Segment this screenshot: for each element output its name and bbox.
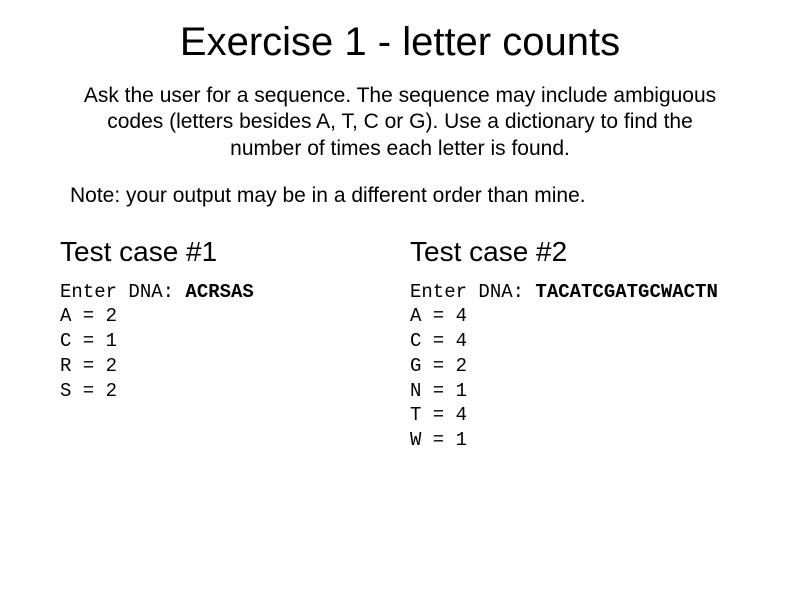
result-line: W <box>410 429 421 451</box>
result-line: A <box>410 305 421 327</box>
page-title: Exercise 1 - letter counts <box>40 20 760 65</box>
test-case-2: Test case #2 Enter DNA: TACATCGATGCWACTN… <box>410 236 760 453</box>
test-case-title: Test case #2 <box>410 236 760 268</box>
prompt-text: Enter DNA: <box>410 281 535 303</box>
result-line: C <box>60 330 71 352</box>
result-count: 4 <box>456 330 467 352</box>
result-count: 1 <box>456 380 467 402</box>
test-cases: Test case #1 Enter DNA: ACRSAS A = 2 C =… <box>40 236 760 453</box>
test-case-title: Test case #1 <box>60 236 410 268</box>
result-count: 4 <box>456 404 467 426</box>
result-line: G <box>410 355 421 377</box>
test-case-output: Enter DNA: TACATCGATGCWACTN A = 4 C = 4 … <box>410 280 760 453</box>
exercise-description: Ask the user for a sequence. The sequenc… <box>80 83 720 162</box>
user-input: ACRSAS <box>185 281 253 303</box>
exercise-note: Note: your output may be in a different … <box>70 184 730 208</box>
prompt-text: Enter DNA: <box>60 281 185 303</box>
result-count: 2 <box>106 355 117 377</box>
result-count: 1 <box>106 330 117 352</box>
user-input: TACATCGATGCWACTN <box>535 281 717 303</box>
result-count: 2 <box>456 355 467 377</box>
result-line: A <box>60 305 71 327</box>
result-line: R <box>60 355 71 377</box>
result-line: T <box>410 404 421 426</box>
result-count: 4 <box>456 305 467 327</box>
result-line: N <box>410 380 421 402</box>
test-case-output: Enter DNA: ACRSAS A = 2 C = 1 R = 2 S = … <box>60 280 410 403</box>
result-count: 1 <box>456 429 467 451</box>
result-count: 2 <box>106 380 117 402</box>
test-case-1: Test case #1 Enter DNA: ACRSAS A = 2 C =… <box>60 236 410 453</box>
result-line: C <box>410 330 421 352</box>
result-line: S <box>60 380 71 402</box>
result-count: 2 <box>106 305 117 327</box>
